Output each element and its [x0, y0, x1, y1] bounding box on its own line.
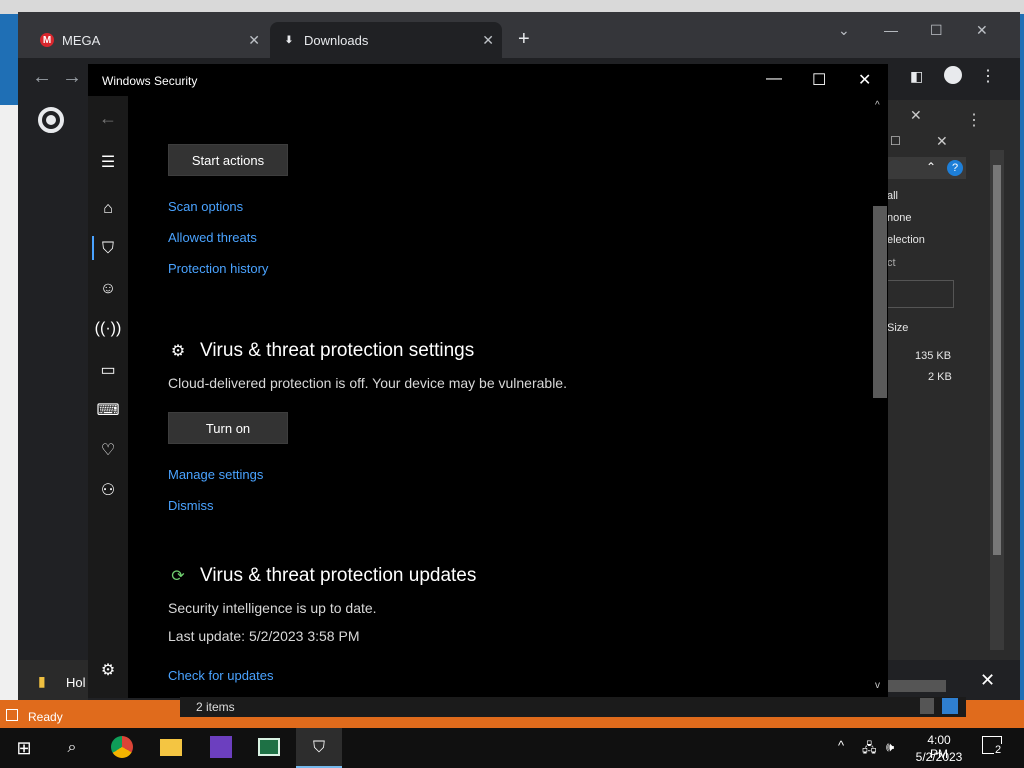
device-security-icon[interactable]: ⌨	[88, 400, 128, 420]
profile-icon[interactable]	[944, 66, 962, 84]
volume-icon[interactable]: 🕪	[886, 739, 894, 755]
search-icon[interactable]: ⌕	[60, 736, 84, 760]
close-icon[interactable]: ✕	[980, 670, 995, 691]
visual-studio-icon[interactable]	[210, 736, 232, 758]
scrollbar-thumb[interactable]	[993, 165, 1001, 555]
content-pane: Start actions Scan options Allowed threa…	[128, 96, 872, 698]
scroll-up-icon[interactable]: ^	[875, 100, 880, 111]
file-size-cell: 135 KB	[915, 350, 952, 362]
select-all-label[interactable]: all	[887, 190, 898, 202]
back-arrow-icon[interactable]: ←	[32, 66, 52, 89]
scroll-down-icon[interactable]: v	[875, 680, 880, 691]
chevron-up-icon[interactable]: ⌃	[926, 160, 936, 174]
menu-icon[interactable]: ⋮	[966, 110, 982, 130]
chrome-sidebar	[18, 96, 88, 702]
refresh-icon: ⟳	[171, 568, 185, 585]
app-browser-control-icon[interactable]: ▭	[88, 360, 128, 380]
firewall-network-icon[interactable]: ((·))	[88, 320, 128, 338]
tab-search-icon[interactable]: ⌄	[838, 22, 850, 39]
file-size-cell: 2 KB	[928, 371, 952, 383]
hamburger-menu-icon[interactable]: ☰	[88, 152, 128, 172]
notification-count: 2	[994, 744, 1003, 756]
download-icon: ⬇	[284, 34, 294, 46]
maximize-icon[interactable]: ☐	[890, 134, 901, 148]
windows-security-window: Windows Security — ☐ ✕ ← ☰ ⌂ ⛉ ☺ ((·)) ▭…	[88, 64, 888, 698]
updates-heading-text: Virus & threat protection updates	[200, 565, 477, 586]
minimize-icon[interactable]: —	[766, 70, 782, 88]
maximize-icon[interactable]: ☐	[812, 70, 826, 90]
mega-icon: M	[40, 33, 54, 47]
check-for-updates-link[interactable]: Check for updates	[168, 668, 274, 683]
start-actions-button[interactable]: Start actions	[168, 144, 288, 176]
scrollbar-thumb[interactable]	[873, 206, 887, 398]
shield-icon[interactable]: ⛉	[88, 240, 128, 258]
maximize-icon[interactable]: ☐	[930, 22, 943, 39]
file-explorer-icon[interactable]	[160, 739, 182, 756]
settings-section-heading: ⚙ Virus & threat protection settings	[168, 340, 474, 362]
navigation-rail: ← ☰ ⌂ ⛉ ☺ ((·)) ▭ ⌨ ♡ ⚇ ⚙	[88, 96, 128, 698]
background-window-left	[0, 105, 18, 700]
search-input[interactable]	[884, 280, 954, 308]
items-count: 2 items	[196, 700, 235, 714]
horizontal-scrollbar[interactable]	[886, 680, 946, 692]
status-icon	[6, 709, 18, 721]
shield-icon[interactable]: ⛉	[307, 736, 331, 760]
close-icon[interactable]: ✕	[248, 32, 260, 49]
chrome-tab-bar: M MEGA ✕ ⬇ Downloads ✕ + ⌄ — ☐ ✕	[18, 12, 1020, 58]
thumbnail-view-icon[interactable]	[942, 698, 958, 714]
invert-selection-label[interactable]: election	[887, 234, 925, 246]
tab-downloads[interactable]: ⬇ Downloads ✕	[270, 22, 502, 58]
back-arrow-icon[interactable]: ←	[88, 108, 128, 129]
close-icon[interactable]: ✕	[910, 107, 922, 124]
allowed-threats-link[interactable]: Allowed threats	[168, 230, 257, 245]
minimize-icon[interactable]: —	[884, 22, 898, 38]
close-icon[interactable]: ✕	[976, 22, 988, 39]
tab-mega[interactable]: M MEGA ✕	[28, 22, 268, 58]
nav-active-indicator	[92, 236, 94, 260]
spreadsheet-icon[interactable]	[258, 738, 280, 756]
column-size-header[interactable]: Size	[887, 322, 908, 334]
tab-downloads-label: Downloads	[304, 32, 369, 48]
settings-warning-icon: ⚙	[170, 343, 186, 360]
menu-icon[interactable]: ⋮	[980, 66, 996, 86]
settings-heading-text: Virus & threat protection settings	[200, 340, 475, 361]
settings-description: Cloud-delivered protection is off. Your …	[168, 375, 567, 391]
family-options-icon[interactable]: ⚇	[88, 480, 128, 500]
protection-history-link[interactable]: Protection history	[168, 261, 268, 276]
select-label: ct	[887, 257, 896, 269]
settings-gear-icon[interactable]: ⚙	[88, 660, 128, 680]
ready-status: Ready	[28, 710, 63, 724]
holder-label: Hol	[66, 675, 86, 690]
tab-mega-label: MEGA	[62, 32, 101, 48]
new-tab-button[interactable]: +	[518, 28, 530, 51]
archive-icon: ▮	[38, 673, 46, 689]
close-icon[interactable]: ✕	[858, 70, 871, 90]
help-icon[interactable]: ?	[947, 160, 963, 176]
account-icon[interactable]: ☺	[88, 280, 128, 298]
select-none-label[interactable]: none	[887, 212, 911, 224]
chrome-icon[interactable]	[111, 736, 133, 758]
sidebar-toggle-icon[interactable]: ◧	[910, 68, 923, 85]
updates-status: Security intelligence is up to date.	[168, 600, 377, 616]
manage-settings-link[interactable]: Manage settings	[168, 467, 263, 482]
device-health-icon[interactable]: ♡	[88, 440, 128, 460]
turn-on-button[interactable]: Turn on	[168, 412, 288, 444]
chrome-logo-icon	[38, 107, 64, 133]
close-icon[interactable]: ✕	[482, 32, 494, 49]
home-icon[interactable]: ⌂	[88, 200, 128, 218]
title-bar: Windows Security — ☐ ✕	[88, 64, 888, 96]
scan-options-link[interactable]: Scan options	[168, 199, 243, 214]
clock-date[interactable]: 5/2/2023	[914, 750, 964, 764]
network-icon[interactable]: 🖧	[862, 739, 877, 761]
dismiss-link[interactable]: Dismiss	[168, 498, 214, 513]
last-update-text: Last update: 5/2/2023 3:58 PM	[168, 628, 360, 644]
file-status-bar: 2 items	[180, 697, 966, 717]
window-title: Windows Security	[102, 74, 198, 88]
details-view-icon[interactable]	[920, 698, 934, 714]
forward-arrow-icon[interactable]: →	[62, 66, 82, 89]
close-icon[interactable]: ✕	[936, 133, 948, 150]
chevron-up-icon[interactable]: ^	[838, 738, 844, 753]
updates-section-heading: ⟳ Virus & threat protection updates	[168, 565, 476, 587]
windows-start-icon[interactable]: ⊞	[12, 736, 36, 760]
